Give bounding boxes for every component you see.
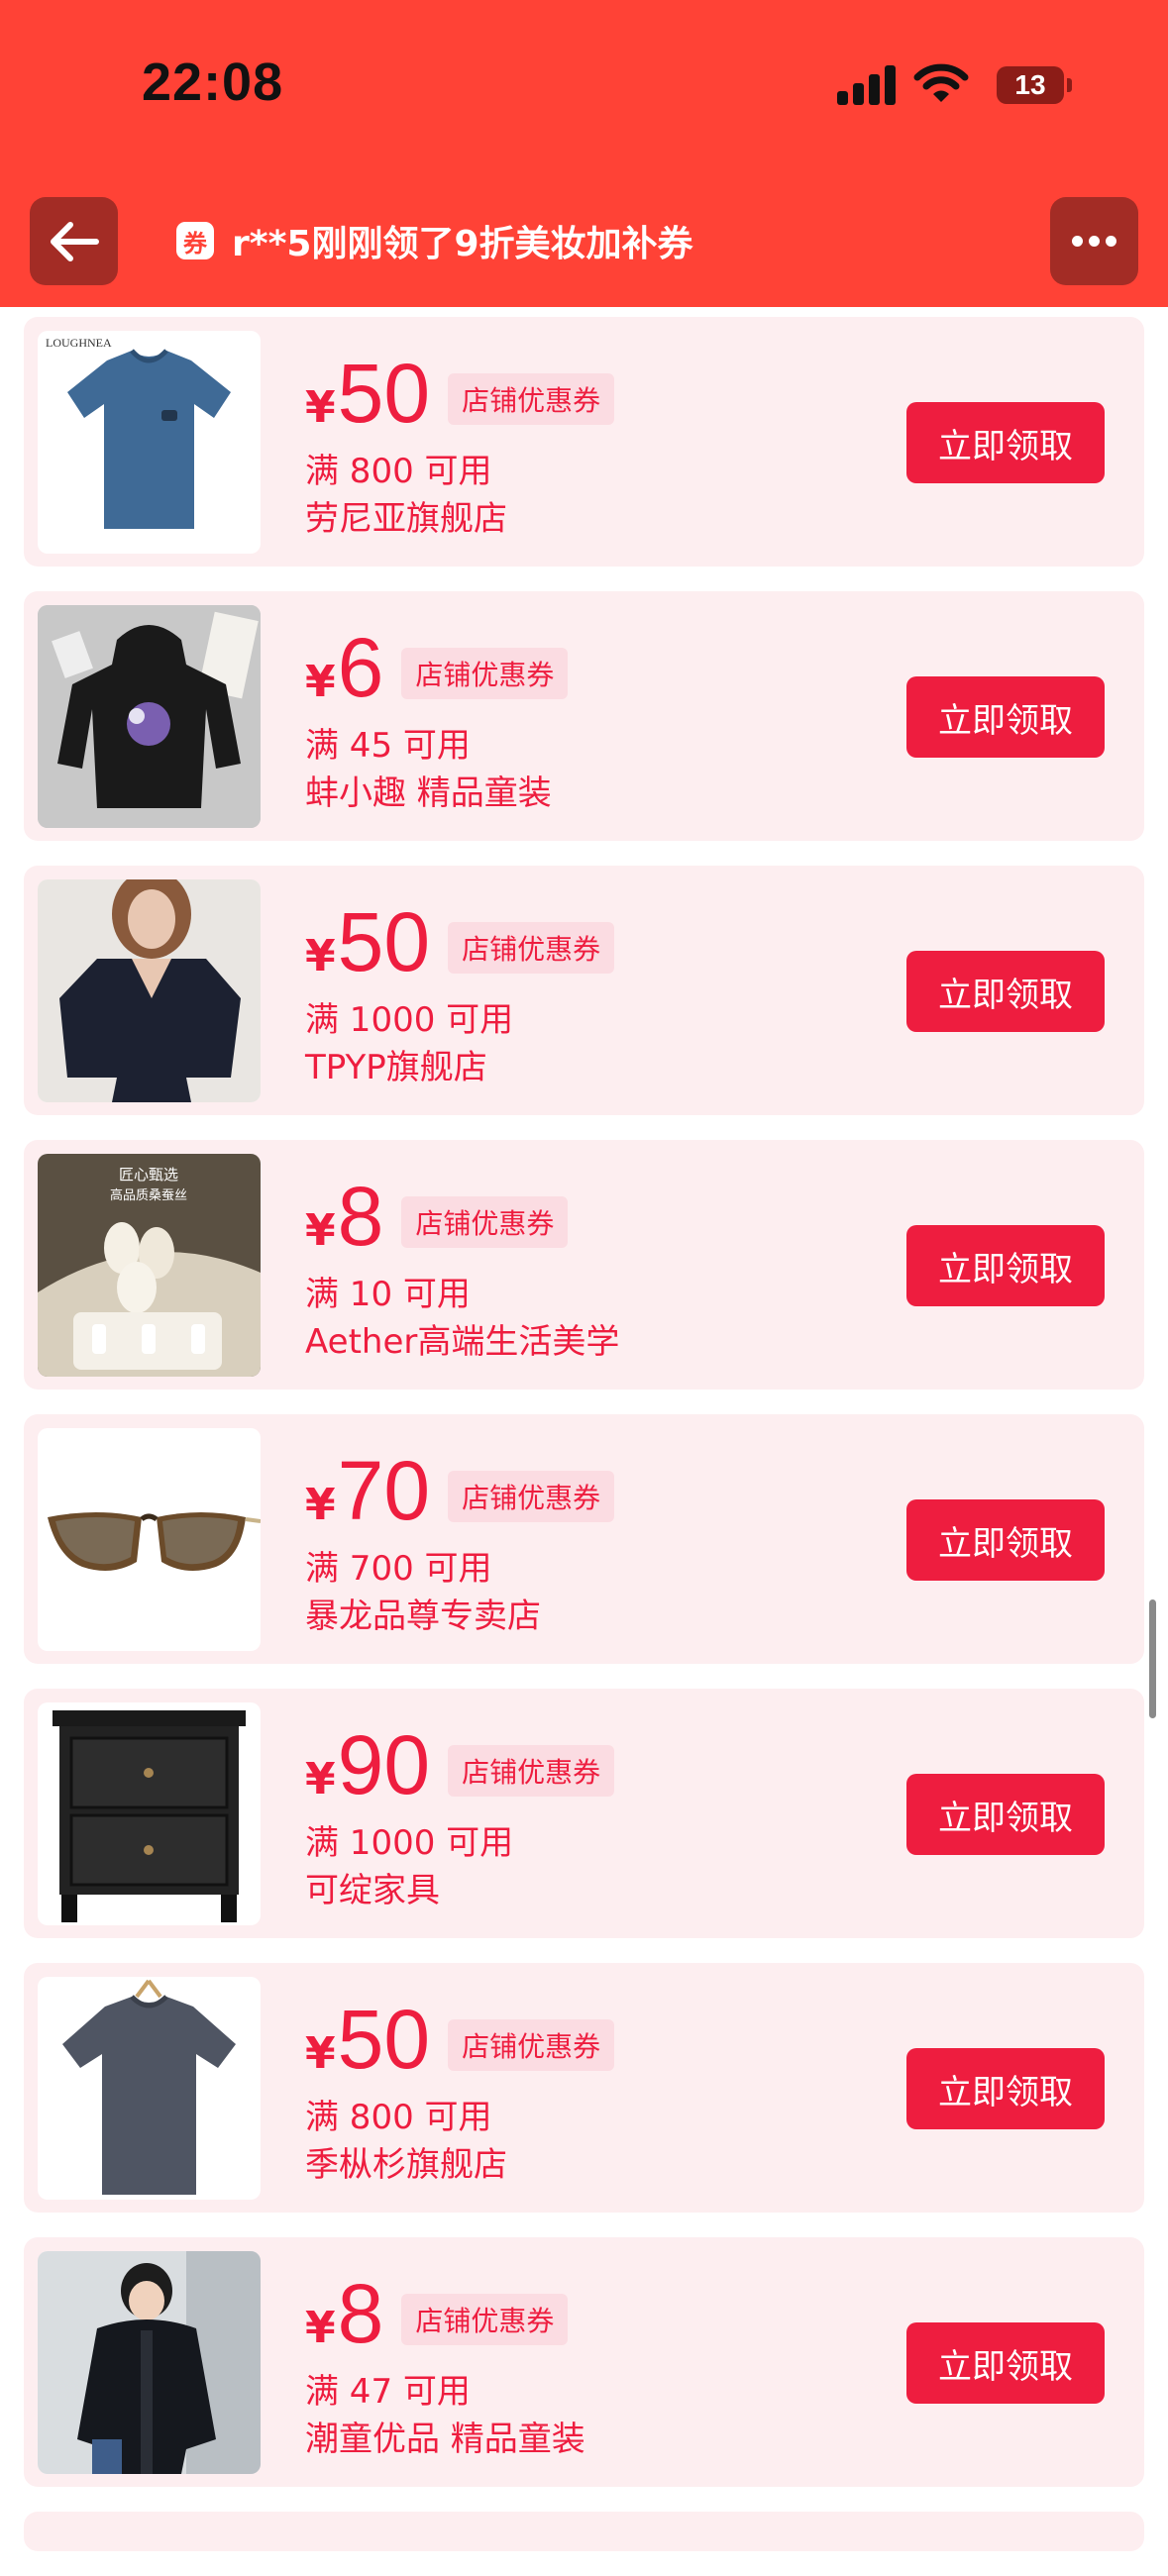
coupon-type-tag: 店铺优惠券 bbox=[448, 1471, 615, 1522]
product-thumbnail[interactable] bbox=[38, 879, 261, 1102]
coupon-amount: 50 bbox=[337, 347, 431, 440]
cellular-signal-icon bbox=[837, 63, 897, 105]
status-time: 22:08 bbox=[142, 52, 284, 112]
product-thumbnail[interactable] bbox=[38, 1428, 261, 1651]
coupon-amount: 6 bbox=[337, 621, 384, 714]
claim-button[interactable]: 立即领取 bbox=[906, 1225, 1105, 1306]
coupon-card: 匠心甄选 高品质桑蚕丝 ¥ 8 店铺优惠券 满 10 可用 Aether高端生活… bbox=[24, 1140, 1144, 1390]
product-thumbnail[interactable] bbox=[38, 2251, 261, 2474]
nightstand-image bbox=[53, 1710, 246, 1922]
coupon-price: ¥ 6 店铺优惠券 bbox=[305, 621, 569, 714]
coupon-price: ¥ 8 店铺优惠券 bbox=[305, 1170, 569, 1263]
product-thumbnail[interactable]: LOUGHNEA bbox=[38, 331, 261, 554]
coupon-amount: 50 bbox=[337, 1993, 431, 2086]
arrow-left-icon bbox=[50, 221, 99, 261]
tshirt-image bbox=[62, 1979, 236, 2195]
coupon-list: LOUGHNEA ¥ 50 店铺优惠券 满 800 可用 劳尼亚旗舰店 立即领取 bbox=[24, 317, 1144, 2576]
currency-symbol: ¥ bbox=[305, 1754, 336, 1804]
thumb-text: 高品质桑蚕丝 bbox=[110, 1187, 187, 1203]
claim-button[interactable]: 立即领取 bbox=[906, 676, 1105, 758]
product-thumbnail[interactable] bbox=[38, 605, 261, 828]
coupon-icon: 券 bbox=[176, 222, 214, 259]
coupon-condition: 满 47 可用 bbox=[305, 2372, 471, 2412]
coupon-card-partial bbox=[24, 2512, 1144, 2551]
coupon-type-tag: 店铺优惠券 bbox=[448, 373, 615, 425]
product-thumbnail[interactable] bbox=[38, 1702, 261, 1925]
coupon-condition: 满 10 可用 bbox=[305, 1275, 471, 1314]
currency-symbol: ¥ bbox=[305, 1480, 336, 1530]
currency-symbol: ¥ bbox=[305, 2028, 336, 2079]
back-button[interactable] bbox=[30, 197, 118, 285]
store-name[interactable]: 劳尼亚旗舰店 bbox=[305, 491, 507, 540]
claim-button[interactable]: 立即领取 bbox=[906, 402, 1105, 483]
coupon-price: ¥ 90 店铺优惠券 bbox=[305, 1718, 615, 1811]
store-name[interactable]: 可绽家具 bbox=[305, 1863, 440, 1911]
tshirt-image: LOUGHNEA bbox=[46, 336, 231, 529]
coupon-amount: 70 bbox=[337, 1444, 431, 1537]
blouse-image bbox=[38, 879, 261, 1102]
store-name[interactable]: 季枞杉旗舰店 bbox=[305, 2137, 507, 2186]
coupon-condition: 满 800 可用 bbox=[305, 2098, 492, 2137]
coupon-card: ¥ 50 店铺优惠券 满 1000 可用 TPYP旗舰店 立即领取 bbox=[24, 866, 1144, 1115]
claim-button[interactable]: 立即领取 bbox=[906, 2322, 1105, 2404]
thumb-text: 匠心甄选 bbox=[119, 1166, 178, 1184]
claim-button[interactable]: 立即领取 bbox=[906, 951, 1105, 1032]
coupon-condition: 满 800 可用 bbox=[305, 452, 492, 491]
store-name[interactable]: TPYP旗舰店 bbox=[305, 1040, 487, 1088]
store-name[interactable]: 蚌小趣 精品童装 bbox=[305, 766, 552, 814]
currency-symbol: ¥ bbox=[305, 382, 336, 433]
kids-jacket-image bbox=[38, 2251, 261, 2474]
coupon-condition: 满 700 可用 bbox=[305, 1549, 492, 1589]
hoodie-image bbox=[38, 605, 261, 828]
coupon-price: ¥ 70 店铺优惠券 bbox=[305, 1444, 615, 1537]
thumb-brand: LOUGHNEA bbox=[46, 336, 112, 350]
coupon-condition: 满 45 可用 bbox=[305, 726, 471, 766]
coupon-price: ¥ 8 店铺优惠券 bbox=[305, 2267, 569, 2360]
silk-cocoon-image: 匠心甄选 高品质桑蚕丝 bbox=[38, 1154, 261, 1377]
coupon-condition: 满 1000 可用 bbox=[305, 1000, 514, 1040]
coupon-type-tag: 店铺优惠券 bbox=[401, 1196, 569, 1248]
coupon-card: ¥ 6 店铺优惠券 满 45 可用 蚌小趣 精品童装 立即领取 bbox=[24, 591, 1144, 841]
claim-button[interactable]: 立即领取 bbox=[906, 1499, 1105, 1581]
coupon-card: ¥ 70 店铺优惠券 满 700 可用 暴龙品尊专卖店 立即领取 bbox=[24, 1414, 1144, 1664]
claim-ticker: 券 r**5刚刚领了9折美妆加补券 bbox=[176, 213, 693, 268]
ticker-text: r**5刚刚领了9折美妆加补券 bbox=[232, 224, 693, 264]
coupon-type-tag: 店铺优惠券 bbox=[401, 2294, 569, 2345]
currency-symbol: ¥ bbox=[305, 2303, 336, 2353]
coupon-price: ¥ 50 店铺优惠券 bbox=[305, 1993, 615, 2086]
product-thumbnail[interactable] bbox=[38, 1977, 261, 2200]
claim-button[interactable]: 立即领取 bbox=[906, 2048, 1105, 2129]
more-button[interactable] bbox=[1050, 197, 1138, 285]
scrollbar[interactable] bbox=[1149, 1599, 1156, 1718]
store-name[interactable]: Aether高端生活美学 bbox=[305, 1314, 619, 1363]
coupon-type-tag: 店铺优惠券 bbox=[448, 922, 615, 974]
battery-icon: 13 bbox=[997, 66, 1064, 104]
coupon-card: ¥ 50 店铺优惠券 满 800 可用 季枞杉旗舰店 立即领取 bbox=[24, 1963, 1144, 2213]
currency-symbol: ¥ bbox=[305, 657, 336, 707]
header-bar: 22:08 13 券 r**5刚刚领了9折美妆加补券 bbox=[0, 0, 1168, 307]
coupon-amount: 90 bbox=[337, 1718, 431, 1811]
coupon-type-tag: 店铺优惠券 bbox=[448, 1745, 615, 1797]
coupon-amount: 8 bbox=[337, 1170, 384, 1263]
coupon-price: ¥ 50 店铺优惠券 bbox=[305, 895, 615, 988]
coupon-condition: 满 1000 可用 bbox=[305, 1823, 514, 1863]
currency-symbol: ¥ bbox=[305, 931, 336, 981]
coupon-card: ¥ 8 店铺优惠券 满 47 可用 潮童优品 精品童装 立即领取 bbox=[24, 2237, 1144, 2487]
coupon-amount: 50 bbox=[337, 895, 431, 988]
coupon-type-tag: 店铺优惠券 bbox=[448, 2019, 615, 2071]
coupon-amount: 8 bbox=[337, 2267, 384, 2360]
wifi-icon bbox=[913, 63, 969, 102]
coupon-price: ¥ 50 店铺优惠券 bbox=[305, 347, 615, 440]
more-dots-icon bbox=[1069, 232, 1119, 251]
coupon-card: ¥ 90 店铺优惠券 满 1000 可用 可绽家具 立即领取 bbox=[24, 1689, 1144, 1938]
sunglasses-image bbox=[48, 1512, 261, 1571]
coupon-card: LOUGHNEA ¥ 50 店铺优惠券 满 800 可用 劳尼亚旗舰店 立即领取 bbox=[24, 317, 1144, 567]
product-thumbnail[interactable]: 匠心甄选 高品质桑蚕丝 bbox=[38, 1154, 261, 1377]
coupon-type-tag: 店铺优惠券 bbox=[401, 648, 569, 699]
claim-button[interactable]: 立即领取 bbox=[906, 1774, 1105, 1855]
store-name[interactable]: 暴龙品尊专卖店 bbox=[305, 1589, 541, 1637]
store-name[interactable]: 潮童优品 精品童装 bbox=[305, 2412, 585, 2460]
currency-symbol: ¥ bbox=[305, 1205, 336, 1256]
battery-cap bbox=[1067, 78, 1072, 92]
